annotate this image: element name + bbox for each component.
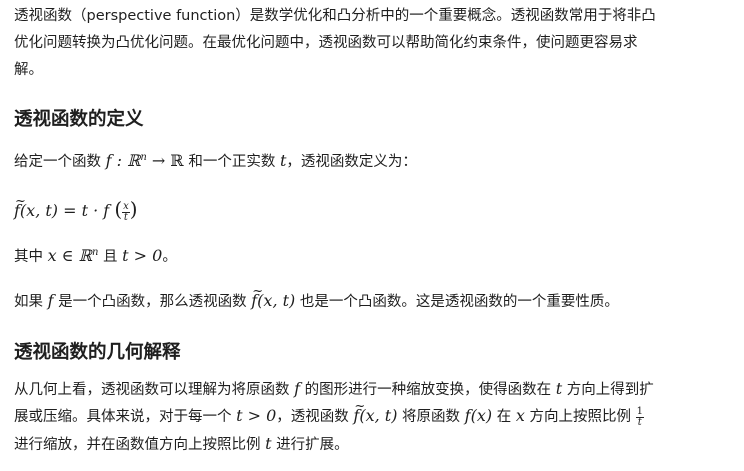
text: 是一个凸函数，那么透视函数 (53, 294, 252, 310)
text: 也是一个凸函数。这是透视函数的一个重要性质。 (295, 294, 619, 310)
text: 方向上按照比例 (524, 409, 636, 425)
numerator: x (122, 200, 130, 213)
text: 方向上得到扩 (562, 382, 654, 398)
math: (x, t) = t · f (19, 201, 115, 220)
math: t > 0 (122, 245, 163, 265)
text: 将原函数 (397, 409, 465, 425)
math: f : ℝ (105, 150, 141, 170)
text: 进行缩放，并在函数值方向上按照比例 (14, 437, 266, 453)
math: → ℝ (146, 150, 184, 170)
math: f (251, 282, 263, 311)
text: 从几何上看，透视函数可以理解为将原函数 (14, 382, 295, 398)
math: f (14, 189, 26, 224)
denominator: t (123, 211, 128, 223)
math: x (515, 406, 525, 425)
definition-sentence: 给定一个函数 f : ℝn → ℝ 和一个正实数 t，透视函数定义为： (14, 148, 417, 172)
paren: ( (114, 197, 123, 221)
text: 在 (492, 409, 516, 425)
text: 展或压缩。具体来说，对于每一个 (14, 409, 237, 425)
math: t > 0 (236, 406, 277, 425)
text: 和一个正实数 (183, 153, 280, 170)
convexity-sentence: 如果 f 是一个凸函数，那么透视函数 f(x, t) 也是一个凸函数。这是透视函… (14, 282, 619, 312)
fraction: xt (122, 200, 130, 223)
text: 的图形进行一种缩放变换，使得函数在 (300, 382, 556, 398)
numerator: 1 (635, 405, 644, 418)
intro-line: 解。 (14, 62, 43, 78)
section-heading-geometry: 透视函数的几何解释 (14, 342, 181, 363)
geometry-line: 进行缩放，并在函数值方向上按照比例 t 进行扩展。 (14, 434, 349, 455)
paren: ) (129, 197, 138, 221)
intro-line: 透视函数（perspective function）是数学优化和凸分析中的一个重… (14, 8, 656, 24)
denominator: t (637, 416, 642, 428)
domain-sentence: 其中 x ∈ ℝn 且 t > 0。 (14, 243, 177, 267)
geometry-line: 展或压缩。具体来说，对于每一个 t > 0，透视函数 f(x, t) 将原函数 … (14, 397, 644, 428)
fraction: 1t (635, 405, 644, 428)
geometry-line: 从几何上看，透视函数可以理解为将原函数 f 的图形进行一种缩放变换，使得函数在 … (14, 379, 654, 400)
text: 进行扩展。 (271, 437, 349, 453)
text: 。 (162, 248, 177, 265)
math: f (353, 397, 365, 426)
text: ，透视函数定义为： (286, 153, 417, 170)
text: 如果 (14, 294, 48, 310)
math: f(x) (464, 406, 493, 425)
math: x ∈ ℝ (47, 245, 92, 265)
text: 给定一个函数 (14, 153, 106, 170)
text: 且 (98, 248, 123, 265)
text: ，透视函数 (276, 409, 354, 425)
intro-line: 优化问题转换为凸优化问题。在最优化问题中，透视函数可以帮助简化约束条件，使问题更… (14, 35, 638, 51)
section-heading-definition: 透视函数的定义 (14, 109, 144, 130)
perspective-formula: f(x, t) = t · f (xt) (14, 189, 138, 225)
text: 其中 (14, 248, 48, 265)
